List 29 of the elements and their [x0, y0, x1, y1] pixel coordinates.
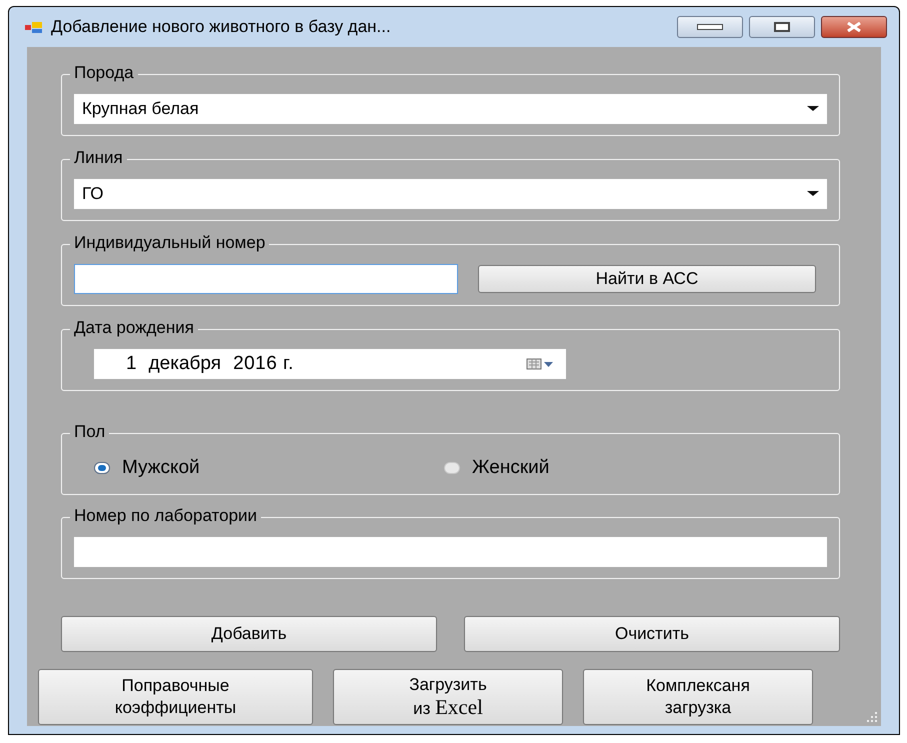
action-button[interactable]: Добавить: [61, 616, 437, 652]
window-title: Добавление нового животного в базу дан...: [51, 16, 391, 38]
close-icon: [846, 22, 862, 32]
dropdown-field[interactable]: ГО: [74, 179, 827, 209]
tool-button[interactable]: Поправочные коэффициенты: [38, 669, 313, 725]
date-picker[interactable]: 1 декабря 2016 г.: [94, 349, 566, 379]
dropdown-field[interactable]: Крупная белая: [74, 94, 827, 124]
radio-option[interactable]: Женский: [444, 454, 794, 482]
radio-button[interactable]: [444, 462, 460, 474]
action-button[interactable]: Очистить: [464, 616, 840, 652]
number-input-field[interactable]: [74, 264, 458, 294]
group-label: Индивидуальный номер: [70, 232, 270, 254]
tool-button[interactable]: Загрузить из Excel: [333, 669, 563, 725]
search-button[interactable]: Найти в АСС: [478, 265, 816, 293]
dropdown-arrow-icon: [807, 191, 819, 197]
minimize-button[interactable]: [677, 16, 743, 38]
date-day: 1: [126, 350, 137, 378]
date-year: 2016 г.: [233, 352, 294, 376]
date-month: декабря: [148, 352, 222, 376]
dropdown-arrow-icon: [807, 106, 819, 112]
radio-button[interactable]: [94, 462, 110, 474]
close-button[interactable]: [821, 16, 887, 38]
tool-button[interactable]: Комплексаня загрузка: [583, 669, 813, 725]
resize-grip-icon: [867, 712, 877, 722]
maximize-button[interactable]: [749, 16, 815, 38]
calendar-dropdown-icon: [526, 358, 554, 370]
app-icon: [25, 20, 43, 34]
radio-option[interactable]: Мужской: [94, 454, 444, 482]
lab-number-field[interactable]: [74, 537, 827, 567]
